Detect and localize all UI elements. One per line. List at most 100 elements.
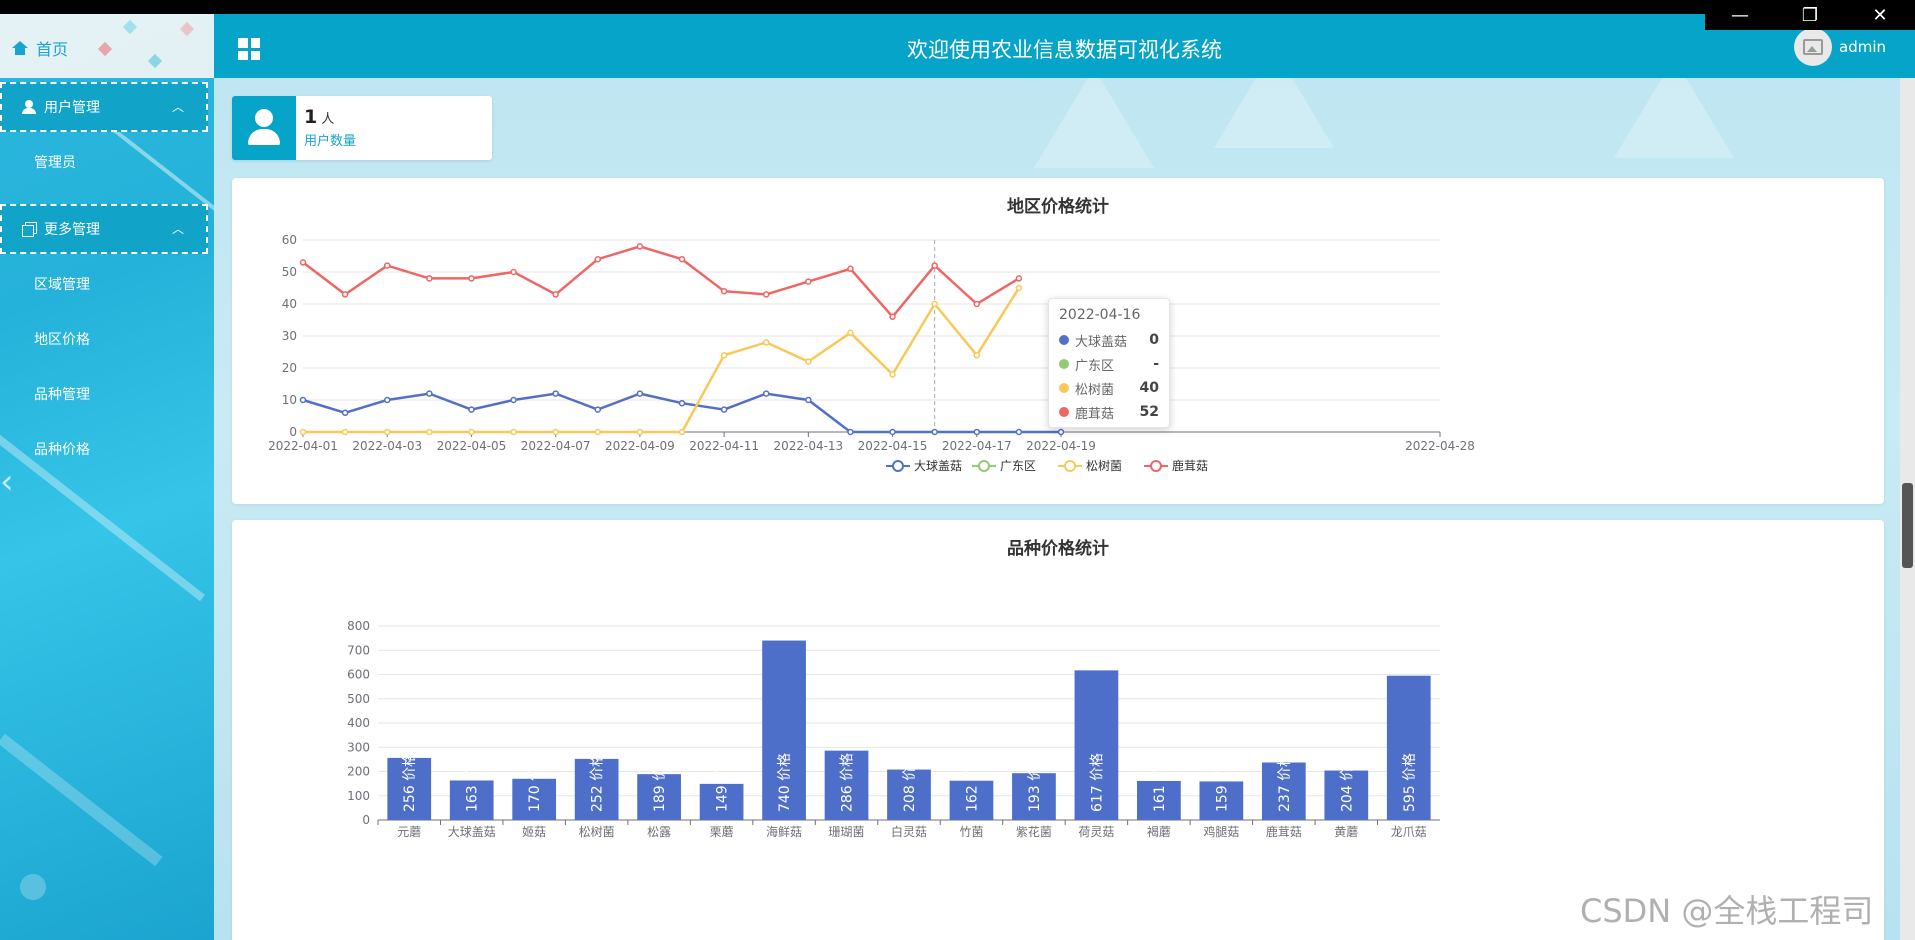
chevron-left-icon[interactable]: ‹ [0, 462, 14, 502]
sidebar-item-home[interactable]: 首页 [12, 36, 68, 60]
sidebar-item-variety-price[interactable]: 品种价格 [34, 439, 90, 459]
y-tick-label: 700 [347, 643, 370, 657]
x-tick-label: 松树菌 [579, 824, 615, 839]
user-icon [232, 96, 296, 160]
data-point [636, 428, 644, 436]
sidebar-item-region-price[interactable]: 地区价格 [34, 329, 90, 349]
series-line [302, 245, 1020, 319]
tooltip-value: 40 [1139, 380, 1159, 396]
y-tick-label: 0 [362, 813, 370, 827]
legend-marker [1150, 460, 1162, 472]
region-price-chart-card: 地区价格统计 0 10 20 30 40 50 60 2022-04-01 2022-04-03… [232, 178, 1884, 504]
bar-data-label: 740 价格 [777, 753, 793, 812]
variety-price-chart-card: 品种价格统计 0 100 200 300 400 500 600 700 800 元蘑 256 价格… [232, 520, 1884, 940]
y-tick-label: 20 [282, 361, 297, 375]
data-point [805, 396, 812, 404]
page-scrollbar[interactable] [1900, 78, 1915, 940]
bar-chart[interactable]: 0 100 200 300 400 500 600 700 800 元蘑 256 价格大球盖菇 163… [232, 520, 1884, 940]
bar-data-label: 163 价格 [465, 753, 481, 812]
legend-marker [1064, 460, 1076, 472]
data-point [468, 428, 475, 436]
data-point [299, 259, 307, 266]
menu-group-label: 更多管理 [44, 222, 100, 238]
tooltip-value: 0 [1149, 332, 1159, 348]
main-content: 1人 用户数量 地区价格统计 0 10 20 30 40 50 60 2022-04-01 20… [214, 78, 1900, 940]
restore-button[interactable]: ❐ [1780, 5, 1840, 26]
legend-marker [978, 460, 990, 472]
y-tick-label: 300 [347, 740, 370, 754]
data-point [510, 396, 517, 404]
sidebar-decoration [0, 733, 163, 867]
image-icon [1803, 39, 1823, 55]
data-point [931, 428, 938, 436]
sidebar-item-region[interactable]: 区域管理 [34, 274, 90, 294]
minimize-button[interactable]: — [1710, 5, 1770, 26]
data-point [299, 428, 307, 436]
data-point [1057, 428, 1065, 436]
close-button[interactable]: ✕ [1850, 5, 1910, 26]
x-tick-label: 2022-04-07 [521, 439, 591, 453]
y-tick-label: 100 [347, 789, 370, 803]
data-point [552, 390, 559, 397]
data-point [636, 390, 644, 397]
tooltip-row: 松树菌 40 [1059, 376, 1159, 400]
title-strip [0, 0, 1915, 14]
y-tick-label: 0 [289, 425, 297, 439]
tooltip-series-name: 大球盖菇 [1075, 334, 1128, 350]
avatar[interactable] [1794, 28, 1832, 66]
data-point [889, 428, 896, 436]
data-point [426, 428, 433, 436]
user-count-value: 1人 [304, 106, 356, 128]
sidebar-item-admin[interactable]: 管理员 [34, 152, 76, 172]
menu-group-user-management[interactable]: 用户管理 ︿ [0, 82, 208, 132]
data-point [720, 351, 728, 359]
x-tick-label: 姬菇 [522, 825, 546, 839]
data-point [510, 268, 517, 276]
tooltip-series-name: 鹿茸菇 [1075, 406, 1115, 422]
bar-data-label: 162 价格 [964, 753, 980, 812]
x-tick-label: 紫花菌 [1016, 824, 1052, 839]
menu-group-more-management[interactable]: 更多管理 ︿ [0, 204, 208, 254]
bar-data-label: 189 价格 [652, 753, 668, 812]
decor-dot [122, 19, 138, 35]
data-point [552, 291, 559, 298]
y-tick-label: 800 [347, 619, 370, 633]
x-tick-label: 元蘑 [397, 825, 421, 839]
data-point [762, 339, 770, 346]
x-tick-label: 松露 [647, 825, 671, 839]
bar-data-label: 256 价格 [402, 753, 418, 812]
y-tick-label: 600 [347, 668, 370, 682]
data-point [678, 428, 686, 436]
tooltip-row: 鹿茸菇 52 [1059, 400, 1159, 424]
bar-data-label: 161 价格 [1152, 753, 1168, 812]
series-line [302, 392, 1061, 434]
chevron-up-icon: ︿ [171, 100, 184, 114]
bar-data-label: 617 价格 [1089, 753, 1105, 812]
copy-icon [22, 222, 37, 237]
data-point [383, 262, 391, 269]
data-point [383, 396, 391, 404]
data-point [931, 300, 938, 308]
x-tick-label: 白灵菇 [891, 824, 927, 839]
background-shape [1614, 78, 1734, 158]
bar-data-label: 286 价格 [840, 753, 856, 812]
x-tick-label: 2022-04-03 [352, 439, 422, 453]
window-controls: — ❐ ✕ [1705, 0, 1915, 30]
x-tick-label: 海鲜菇 [766, 824, 802, 839]
sidebar-item-variety[interactable]: 品种管理 [34, 384, 90, 404]
bar-data-label: 595 价格 [1402, 753, 1418, 812]
data-point [426, 275, 433, 282]
decor-dot [147, 53, 163, 69]
data-point [762, 390, 770, 397]
tooltip-row: 广东区 - [1059, 352, 1159, 376]
tooltip-date: 2022-04-16 [1059, 307, 1141, 323]
username[interactable]: admin [1839, 38, 1886, 56]
data-point [973, 300, 981, 308]
data-point [762, 291, 770, 298]
bar-data-label: 170 价格 [527, 753, 543, 812]
user-icon [22, 100, 36, 114]
scrollbar-thumb[interactable] [1902, 483, 1913, 568]
data-point [383, 428, 391, 436]
tooltip-value: 52 [1139, 404, 1159, 420]
data-point [931, 262, 938, 269]
